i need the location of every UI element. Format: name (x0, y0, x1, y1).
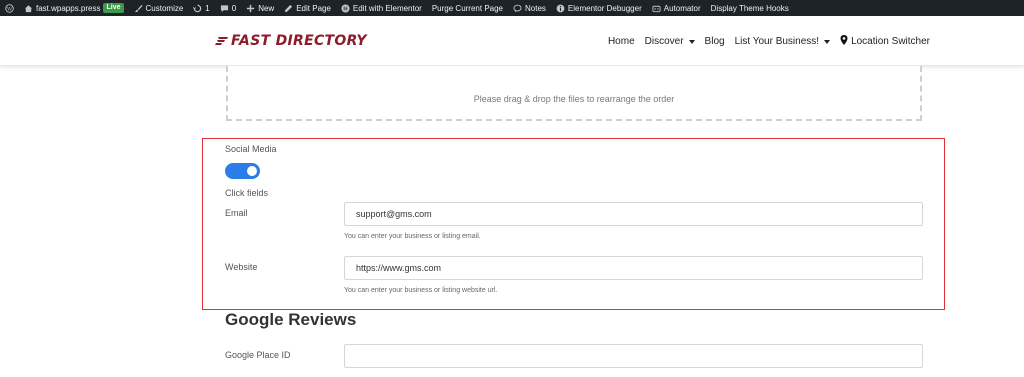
theme-hooks-label: Display Theme Hooks (710, 3, 789, 13)
nav-location-switcher[interactable]: Location Switcher (840, 35, 930, 48)
nav-list-business[interactable]: List Your Business! (735, 35, 831, 48)
edit-elementor-link[interactable]: Edit with Elementor (336, 0, 427, 16)
chat-bubble-icon (513, 4, 522, 13)
chevron-down-icon (824, 39, 831, 44)
elementor-debugger-label: Elementor Debugger (567, 3, 642, 13)
admin-bar: W fast.wpapps.press Live Customize 1 0 N… (0, 0, 1024, 16)
updates-count: 1 (205, 3, 210, 13)
site-logo[interactable]: FAST DIRECTORY (215, 33, 367, 49)
comments-link[interactable]: 0 (215, 0, 241, 16)
google-reviews-title: Google Reviews (225, 310, 357, 329)
email-label: Email (225, 208, 248, 218)
edit-page-link[interactable]: Edit Page (279, 0, 336, 16)
map-pin-icon (840, 35, 848, 48)
nav-blog[interactable]: Blog (705, 35, 725, 48)
click-fields-label: Click fields (225, 188, 269, 198)
website-field[interactable] (344, 256, 923, 280)
edit-elementor-label: Edit with Elementor (352, 3, 422, 13)
site-name: fast.wpapps.press (36, 3, 101, 13)
nav-home-label: Home (607, 36, 635, 47)
comments-count: 0 (231, 3, 237, 13)
info-icon (556, 4, 565, 13)
email-field[interactable] (344, 202, 923, 226)
nav-home[interactable]: Home (608, 35, 635, 48)
automator-label: Automator (663, 3, 701, 13)
logo-speed-icon (215, 37, 228, 45)
nav-discover[interactable]: Discover (645, 35, 695, 48)
website-help-text: You can enter your business or listing w… (344, 287, 498, 294)
social-media-label: Social Media (225, 144, 277, 154)
customize-link[interactable]: Customize (129, 0, 189, 16)
wordpress-logo-button[interactable]: W (0, 0, 19, 16)
purge-link[interactable]: Purge Current Page (427, 0, 508, 16)
google-place-id-field[interactable] (344, 344, 923, 368)
wordpress-icon: W (5, 3, 14, 13)
email-help-text: You can enter your business or listing e… (344, 233, 481, 240)
site-header: FAST DIRECTORY Home Discover Blog List Y… (0, 16, 1024, 66)
plus-icon (246, 4, 255, 13)
new-label: New (258, 3, 275, 13)
dropzone-text: Please drag & drop the files to rearrang… (473, 94, 675, 104)
pencil-icon (284, 4, 293, 13)
nav-blog-label: Blog (704, 36, 725, 47)
social-media-toggle[interactable] (225, 163, 260, 179)
automator-link[interactable]: Automator (647, 0, 706, 16)
nav-location-label: Location Switcher (851, 36, 930, 47)
google-place-id-label: Google Place ID (225, 350, 291, 360)
notes-label: Notes (525, 3, 546, 13)
logo-text: FAST DIRECTORY (231, 33, 367, 49)
refresh-icon (193, 4, 202, 13)
purge-label: Purge Current Page (431, 3, 503, 13)
live-badge: Live (103, 3, 124, 13)
site-name-link[interactable]: fast.wpapps.press Live (19, 0, 129, 16)
file-dropzone[interactable]: Please drag & drop the files to rearrang… (226, 66, 922, 121)
toggle-knob (247, 166, 257, 176)
nav-discover-label: Discover (644, 36, 684, 47)
robot-icon (652, 4, 661, 13)
chevron-down-icon (688, 39, 695, 44)
elementor-icon (341, 3, 350, 13)
edit-page-label: Edit Page (296, 3, 331, 13)
new-content-link[interactable]: New (241, 0, 279, 16)
updates-link[interactable]: 1 (188, 0, 214, 16)
website-label: Website (225, 262, 258, 272)
notes-link[interactable]: Notes (508, 0, 551, 16)
home-icon (24, 4, 33, 13)
theme-hooks-link[interactable]: Display Theme Hooks (706, 0, 794, 16)
elementor-debugger-link[interactable]: Elementor Debugger (551, 0, 647, 16)
brush-icon (134, 4, 143, 13)
main-nav: Home Discover Blog List Your Business! L… (608, 35, 930, 48)
comment-icon (220, 4, 229, 13)
customize-label: Customize (145, 3, 184, 13)
nav-list-business-label: List Your Business! (734, 36, 820, 47)
